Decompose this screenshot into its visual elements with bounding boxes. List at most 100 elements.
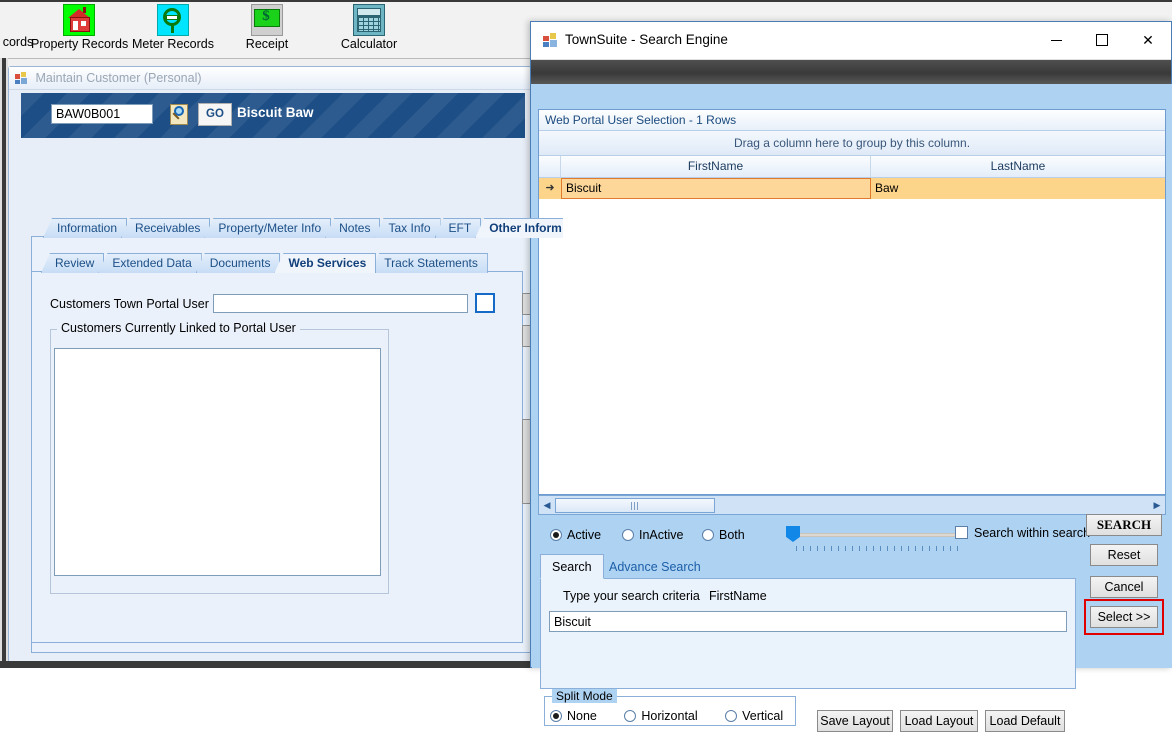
linked-customers-group-label: Customers Currently Linked to Portal Use… (57, 321, 300, 335)
cancel-button[interactable]: Cancel (1090, 576, 1158, 598)
outer-tab-strip: Information Receivables Property/Meter Inf… (43, 218, 563, 238)
save-layout-button[interactable]: Save Layout (817, 710, 893, 732)
dialog-body: Web Portal User Selection - 1 Rows Drag … (532, 84, 1172, 732)
result-limit-slider[interactable] (786, 526, 958, 552)
radio-split-none[interactable]: None (550, 709, 600, 723)
select-button[interactable]: Select >> (1090, 606, 1158, 628)
window-left-edge (0, 58, 8, 668)
split-mode-label: Split Mode (552, 689, 617, 703)
row-indicator: ➜ (545, 182, 555, 194)
slider-track (796, 533, 956, 537)
records-icon (3, 4, 33, 34)
grid-empty-area (539, 199, 1165, 491)
radio-label: Horizontal (641, 709, 698, 723)
search-input[interactable] (549, 611, 1067, 632)
toolbar-item-meter-records[interactable]: Meter Records (125, 4, 221, 51)
radio-label: Vertical (742, 709, 784, 723)
customer-lookup-icon[interactable] (168, 103, 190, 125)
close-icon[interactable]: ✕ (1125, 22, 1171, 58)
minimize-icon[interactable] (1033, 22, 1079, 58)
radio-indicator (624, 710, 637, 722)
tab-notes[interactable]: Notes (325, 218, 381, 238)
tab-extended-data[interactable]: Extended Data (98, 253, 202, 273)
toolbar-label: Meter Records (132, 37, 214, 51)
tab-documents[interactable]: Documents (195, 253, 281, 273)
search-engine-dialog: TownSuite - Search Engine ✕ Web Portal U… (530, 21, 1172, 732)
customer-banner: GO Biscuit Baw (21, 93, 525, 138)
radio-label: None (567, 709, 597, 723)
scroll-right-icon[interactable]: ▶ (1149, 500, 1165, 511)
app-icon (15, 72, 27, 84)
tab-other-information[interactable]: Other Inform (475, 218, 563, 238)
radio-inactive[interactable]: InActive (622, 528, 683, 542)
dialog-toolbar-strip (531, 60, 1171, 84)
money-icon: $ (251, 4, 283, 36)
grid-horizontal-scrollbar[interactable]: ◀ ▶ (538, 495, 1166, 515)
search-field-label: FirstName (709, 589, 767, 603)
table-row[interactable]: ➜ Biscuit Baw (539, 178, 1165, 199)
maintain-customer-window: Maintain Customer (Personal) GO Biscuit … (8, 66, 563, 663)
mdi-title-bar: Maintain Customer (Personal) (9, 67, 537, 90)
slider-thumb[interactable] (786, 526, 800, 542)
tab-track-statements[interactable]: Track Statements (370, 253, 488, 273)
meter-icon (157, 4, 189, 36)
tab-property-meter-info[interactable]: Property/Meter Info (204, 218, 332, 238)
radio-both[interactable]: Both (702, 528, 745, 542)
radio-split-vertical[interactable]: Vertical (725, 709, 783, 723)
tab-eft[interactable]: EFT (434, 218, 482, 238)
toolbar-label: Calculator (340, 37, 398, 51)
grid-caption: Web Portal User Selection - 1 Rows (539, 110, 1165, 131)
radio-label: Both (719, 528, 745, 542)
slider-ticks (796, 546, 958, 551)
load-default-button[interactable]: Load Default (985, 710, 1065, 732)
radio-indicator (550, 710, 562, 722)
scrollbar-thumb[interactable] (555, 497, 715, 513)
dialog-title-text: TownSuite - Search Engine (565, 32, 728, 47)
portal-user-id-checkbox[interactable] (475, 293, 495, 313)
go-button[interactable]: GO (198, 103, 232, 126)
customer-id-input[interactable] (51, 104, 153, 124)
mdi-title-text: Maintain Customer (Personal) (35, 71, 202, 85)
split-mode-radios: None Horizontal Vertical (550, 707, 783, 725)
radio-label: Active (567, 528, 602, 542)
tab-information[interactable]: Information (43, 218, 128, 238)
grid-group-panel[interactable]: Drag a column here to group by this colu… (539, 131, 1165, 156)
toolbar-item-receipt[interactable]: $ Receipt (219, 4, 315, 51)
reset-button[interactable]: Reset (1090, 544, 1158, 566)
radio-indicator (550, 529, 562, 541)
results-grid: Web Portal User Selection - 1 Rows Drag … (538, 109, 1166, 495)
search-button[interactable]: SEARCH (1086, 514, 1162, 536)
maximize-icon[interactable] (1079, 22, 1125, 58)
search-within-search-checkbox[interactable]: Search within search (955, 526, 1090, 540)
grid-header-indicator (539, 156, 561, 177)
calculator-icon (353, 4, 385, 36)
tab-advance-search[interactable]: Advance Search (598, 555, 712, 580)
toolbar-item-calculator[interactable]: Calculator (321, 4, 417, 51)
portal-user-id-label: Customers Town Portal User ID: (50, 297, 229, 311)
linked-customers-list[interactable] (54, 348, 381, 576)
tab-search[interactable]: Search (540, 554, 604, 579)
radio-indicator (622, 529, 634, 541)
load-layout-button[interactable]: Load Layout (900, 710, 978, 732)
grid-header-lastname[interactable]: LastName (871, 156, 1165, 177)
checkbox-indicator (955, 526, 968, 539)
tab-tax-info[interactable]: Tax Info (374, 218, 441, 238)
search-criteria-label: Type your search criteria (563, 589, 700, 603)
radio-active[interactable]: Active (550, 528, 601, 542)
radio-split-horizontal[interactable]: Horizontal (624, 709, 701, 723)
search-panel: Type your search criteria FirstName (540, 578, 1076, 689)
tab-review[interactable]: Review (41, 253, 105, 273)
toolbar-label: Property Records (31, 37, 129, 51)
cell-lastname[interactable]: Baw (871, 178, 1165, 199)
portal-user-id-input[interactable] (213, 294, 468, 313)
cell-firstname[interactable]: Biscuit (561, 178, 871, 199)
dialog-title-bar[interactable]: TownSuite - Search Engine ✕ (531, 22, 1171, 60)
tab-receivables[interactable]: Receivables (121, 218, 211, 238)
scroll-left-icon[interactable]: ◀ (539, 500, 555, 511)
radio-label: InActive (639, 528, 684, 542)
toolbar-item-property-records[interactable]: Property Records (31, 4, 129, 51)
grid-header-firstname[interactable]: FirstName (561, 156, 871, 177)
tab-web-services[interactable]: Web Services (274, 253, 377, 273)
scrollbar-track[interactable] (715, 498, 1149, 513)
inner-tab-strip: Review Extended Data Documents Web Services… (41, 253, 541, 273)
